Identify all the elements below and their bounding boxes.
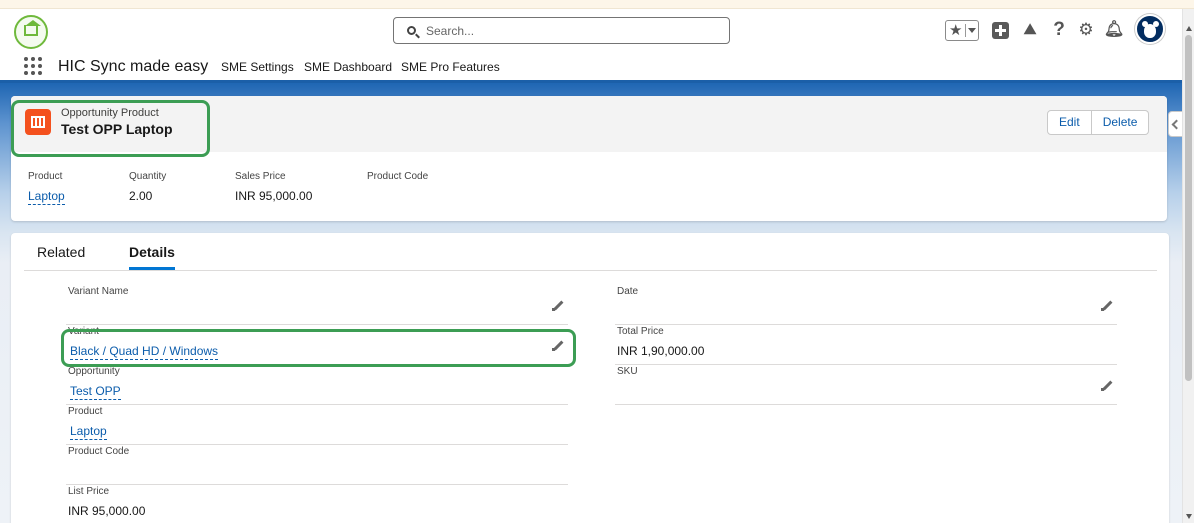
search-icon — [407, 26, 416, 35]
utility-panel-toggle[interactable] — [1168, 111, 1182, 137]
add-icon[interactable] — [992, 22, 1009, 39]
field-date: Date — [615, 285, 1117, 325]
dot — [38, 57, 42, 61]
highlight-value: 2.00 — [129, 189, 153, 203]
dot — [38, 64, 42, 68]
field-sku: SKU — [615, 365, 1117, 405]
variant-highlight-box — [61, 329, 576, 367]
field-product: Product Laptop — [66, 405, 568, 445]
app-name: HIC Sync made easy — [58, 58, 209, 75]
dot — [31, 71, 35, 75]
dot — [24, 57, 28, 61]
scroll-up-arrow-icon[interactable] — [1186, 26, 1192, 31]
global-header: ★ ⛰ ? ⚙ 🔔︎ — [0, 9, 1182, 53]
field-label: SKU — [617, 366, 638, 377]
setup-gear-icon[interactable]: ⚙ — [1075, 19, 1097, 41]
record-detail-card: Related Details Variant Name Variant Bla… — [11, 233, 1169, 523]
highlight-product: Product Laptop — [28, 171, 65, 205]
highlight-label: Product Code — [367, 171, 429, 182]
scrollbar-thumb[interactable] — [1185, 35, 1192, 381]
user-avatar[interactable] — [1135, 14, 1165, 44]
favorites-divider — [965, 24, 966, 37]
pencil-shaft — [553, 300, 564, 311]
edit-pencil-icon[interactable] — [1101, 380, 1113, 392]
org-logo[interactable] — [14, 15, 48, 49]
record-actions: Edit Delete — [1047, 110, 1150, 135]
field-label: Variant Name — [68, 286, 129, 297]
field-opportunity: Opportunity Test OPP — [66, 365, 568, 405]
edit-pencil-icon[interactable] — [552, 300, 564, 312]
highlight-value: INR 95,000.00 — [235, 189, 313, 203]
search-input[interactable] — [426, 22, 716, 40]
record-highlights-panel: Opportunity Product Test OPP Laptop Edit… — [11, 96, 1167, 221]
house-icon — [24, 25, 38, 36]
pencil-shaft — [1102, 380, 1113, 391]
record-tabs: Related Details — [24, 233, 1157, 271]
avatar-face — [1144, 24, 1156, 38]
help-icon[interactable]: ? — [1048, 19, 1070, 41]
app-nav-bar: HIC Sync made easy SME Settings SME Dash… — [0, 53, 1182, 83]
opportunity-link[interactable]: Test OPP — [70, 384, 121, 400]
favorites-dropdown-icon[interactable] — [968, 28, 976, 33]
field-label: List Price — [68, 486, 110, 497]
field-label: Total Price — [617, 326, 664, 337]
scroll-down-arrow-icon[interactable] — [1186, 514, 1192, 519]
page-scrollbar[interactable] — [1182, 9, 1194, 523]
delete-button[interactable]: Delete — [1091, 110, 1150, 135]
highlight-product-code: Product Code — [367, 171, 428, 189]
tab-details[interactable]: Details — [129, 244, 175, 270]
highlight-sales-price: Sales Price INR 95,000.00 — [235, 171, 312, 203]
highlight-quantity: Quantity 2.00 — [129, 171, 166, 203]
field-value: INR 1,90,000.00 — [617, 344, 705, 358]
dot — [31, 64, 35, 68]
browser-notification-strip — [0, 0, 1194, 9]
field-label: Product Code — [68, 446, 130, 457]
record-title-highlight-box — [11, 100, 210, 157]
pencil-tip — [1101, 308, 1104, 311]
edit-pencil-icon[interactable] — [1101, 300, 1113, 312]
favorites-star-icon: ★ — [949, 22, 963, 39]
global-search[interactable] — [393, 17, 730, 44]
highlight-label: Product — [28, 171, 63, 182]
dot — [24, 71, 28, 75]
field-list-price: List Price INR 95,000.00 — [66, 485, 568, 523]
field-value: INR 95,000.00 — [68, 504, 146, 518]
highlight-label: Sales Price — [235, 171, 286, 182]
pencil-shaft — [1102, 300, 1113, 311]
tab-related[interactable]: Related — [37, 244, 85, 269]
trailhead-icon[interactable]: ⛰ — [1019, 19, 1041, 41]
product-link[interactable]: Laptop — [70, 424, 107, 440]
app-launcher-icon[interactable] — [24, 57, 42, 75]
dot — [31, 57, 35, 61]
field-variant-name: Variant Name — [66, 285, 568, 325]
field-product-code: Product Code — [66, 445, 568, 485]
favorites-button[interactable]: ★ — [945, 20, 979, 41]
dot — [24, 64, 28, 68]
highlight-label: Quantity — [129, 171, 167, 182]
nav-item-sme-pro-features[interactable]: SME Pro Features — [401, 60, 500, 74]
field-label: Opportunity — [68, 366, 120, 377]
pencil-tip — [552, 308, 555, 311]
edit-button[interactable]: Edit — [1047, 110, 1092, 135]
field-total-price: Total Price INR 1,90,000.00 — [615, 325, 1117, 365]
dot — [38, 71, 42, 75]
field-label: Date — [617, 286, 639, 297]
nav-item-sme-dashboard[interactable]: SME Dashboard — [304, 60, 392, 74]
highlight-product-link[interactable]: Laptop — [28, 189, 65, 205]
pencil-tip — [1101, 388, 1104, 391]
notifications-bell-icon[interactable]: 🔔︎ — [1103, 19, 1125, 41]
nav-item-sme-settings[interactable]: SME Settings — [221, 60, 294, 74]
field-label: Product — [68, 406, 103, 417]
